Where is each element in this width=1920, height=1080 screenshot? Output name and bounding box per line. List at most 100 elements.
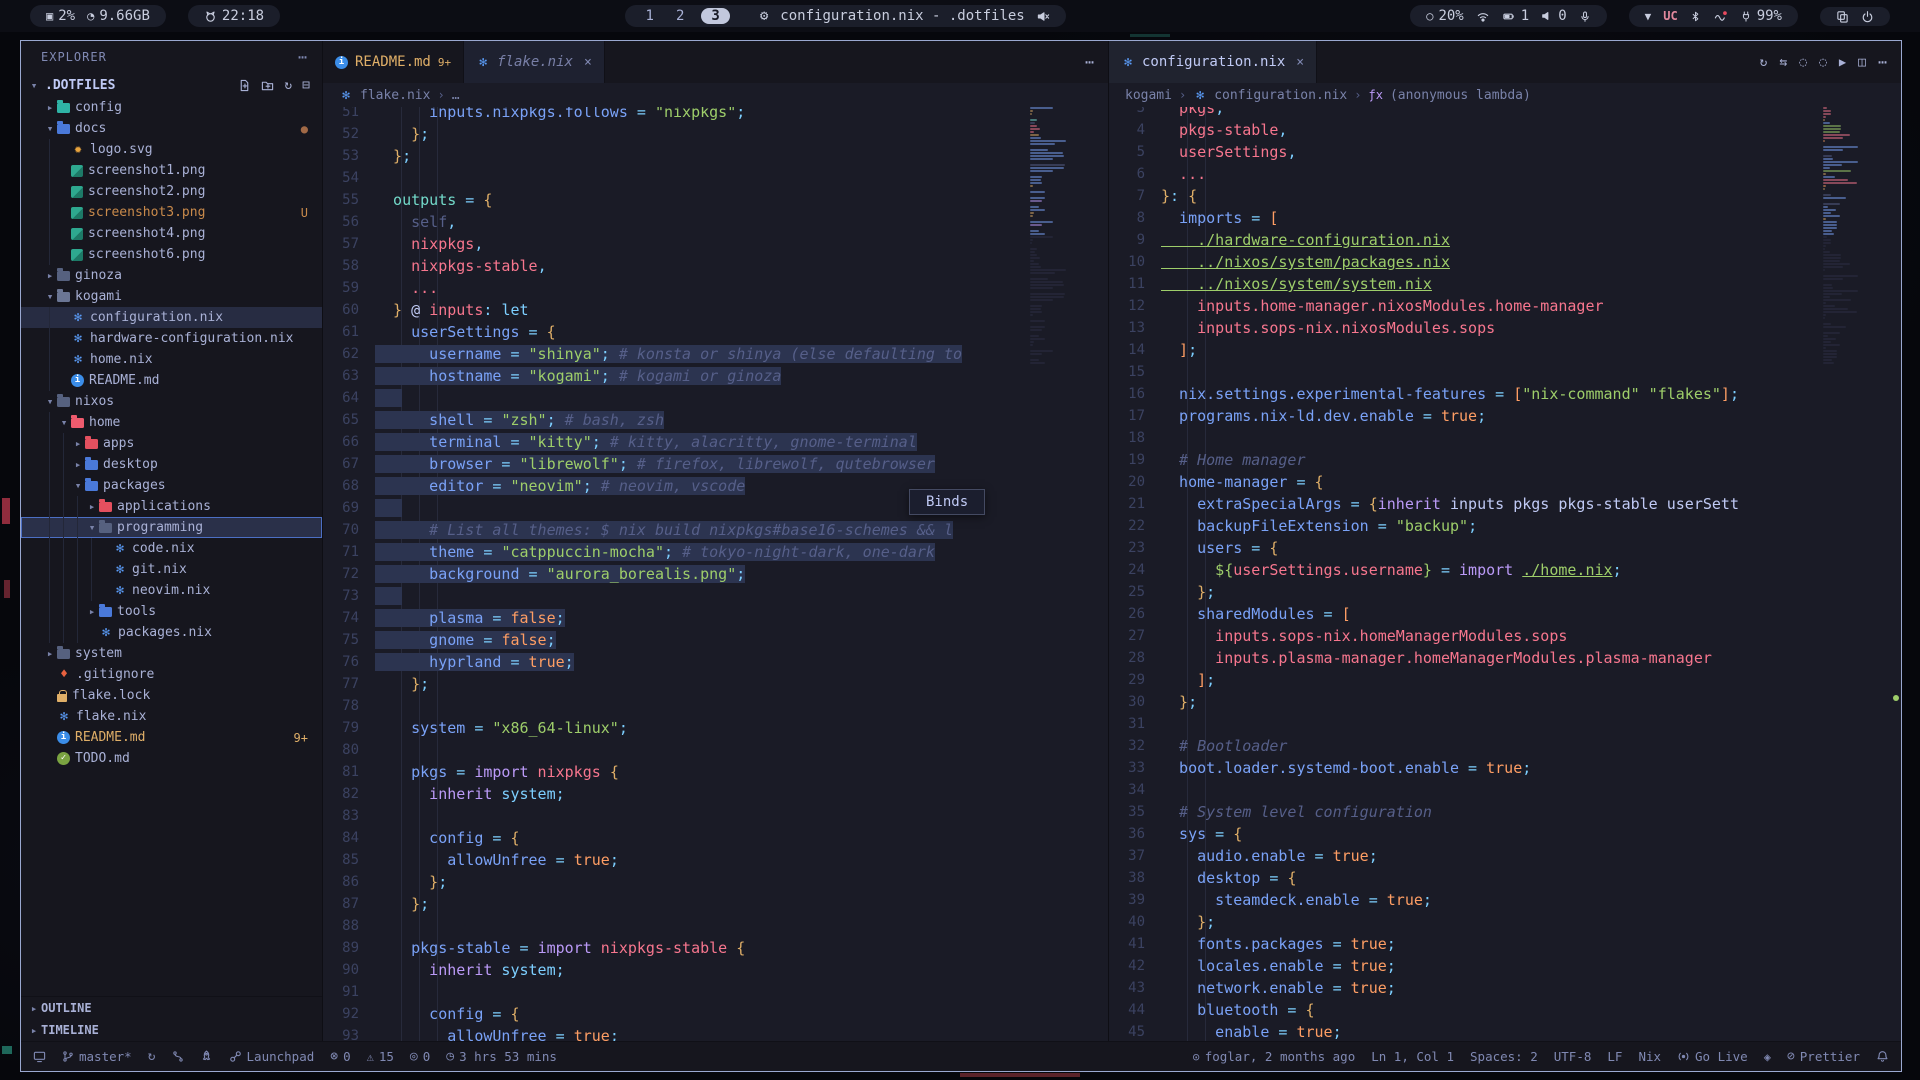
tree-folder-nixos[interactable]: ▾nixos: [21, 391, 322, 412]
breadcrumb-left[interactable]: ✻flake.nix›…: [323, 83, 1108, 107]
status-master-[interactable]: master*: [62, 1049, 132, 1064]
tree-folder-applications[interactable]: ▸applications: [21, 496, 322, 517]
more-actions-icon[interactable]: ⋯: [1085, 55, 1094, 70]
status-nix[interactable]: Nix: [1638, 1049, 1661, 1064]
tree-file-readme.md[interactable]: iREADME.md9+: [21, 727, 322, 748]
code-line-92: 92 config = {: [323, 1003, 1108, 1025]
sysbar-pill[interactable]: ○20%10: [1410, 5, 1606, 27]
tree-file-home.nix[interactable]: ✻home.nix: [21, 349, 322, 370]
ghost-circle2-icon[interactable]: ◌: [1819, 56, 1827, 69]
status-15[interactable]: ⚠15: [367, 1049, 394, 1064]
status-sync-icon[interactable]: ↻: [148, 1050, 156, 1063]
status-3-hrs-53-mins[interactable]: ◷3 hrs 53 mins: [446, 1049, 557, 1064]
tree-file-screenshot3.png[interactable]: screenshot3.pngU: [21, 202, 322, 223]
close-icon[interactable]: ×: [584, 55, 592, 70]
status-0[interactable]: ◎0: [410, 1049, 430, 1064]
status-rocket-icon[interactable]: [200, 1050, 213, 1063]
sysbar-pill[interactable]: ▼UC99%: [1629, 5, 1798, 27]
minimap[interactable]: [1823, 107, 1887, 1041]
sysbar-pill[interactable]: [1820, 7, 1890, 26]
more-actions-icon[interactable]: ⋯: [1878, 55, 1887, 70]
tree-file-configuration.nix[interactable]: ✻configuration.nix: [21, 307, 322, 328]
history-icon[interactable]: ↻: [1760, 56, 1768, 69]
status-go-live[interactable]: Go Live: [1677, 1049, 1748, 1064]
line-number: 24: [1109, 559, 1161, 581]
line-number: 67: [323, 453, 375, 475]
tree-file-logo.svg[interactable]: ✹logo.svg: [21, 139, 322, 160]
sysbar-pill[interactable]: ▣2%◔9.66GB: [30, 5, 166, 27]
refresh-icon[interactable]: ↻: [284, 79, 292, 92]
status-spaces-2[interactable]: Spaces: 2: [1470, 1049, 1538, 1064]
status-gitlens-branch-icon[interactable]: [172, 1050, 184, 1063]
tree-file-flake.lock[interactable]: flake.lock: [21, 685, 322, 706]
line-number: 61: [323, 321, 375, 343]
breadcrumb-item[interactable]: (anonymous lambda): [1390, 88, 1531, 103]
tab-flake.nix[interactable]: ✻flake.nix ×: [464, 41, 605, 83]
tree-file-screenshot1.png[interactable]: screenshot1.png: [21, 160, 322, 181]
tree-folder-desktop[interactable]: ▸desktop: [21, 454, 322, 475]
tree-folder-tools[interactable]: ▸tools: [21, 601, 322, 622]
status-lf[interactable]: LF: [1607, 1049, 1622, 1064]
new-folder-icon[interactable]: [261, 79, 274, 92]
tree-folder-config[interactable]: ▸config: [21, 97, 322, 118]
explorer-more-icon[interactable]: ⋯: [298, 48, 308, 66]
workspace-3[interactable]: 3: [701, 8, 729, 24]
workspace-2[interactable]: 2: [671, 8, 689, 24]
tree-folder-packages[interactable]: ▾packages: [21, 475, 322, 496]
tab-readme.md[interactable]: iREADME.md 9+: [323, 41, 464, 83]
tree-file-todo.md[interactable]: ✓TODO.md: [21, 748, 322, 769]
status-0[interactable]: ⊗0: [330, 1049, 350, 1064]
tree-folder-kogami[interactable]: ▾kogami: [21, 286, 322, 307]
breadcrumb-right[interactable]: kogami›✻configuration.nix›ƒx(anonymous l…: [1109, 83, 1901, 107]
tree-folder-home[interactable]: ▾home: [21, 412, 322, 433]
workspace-1[interactable]: 1: [641, 8, 659, 24]
tree-file-hardware-configuration.nix[interactable]: ✻hardware-configuration.nix: [21, 328, 322, 349]
collapse-all-icon[interactable]: ⊟: [302, 79, 310, 92]
status-prettier[interactable]: ⊘Prettier: [1787, 1049, 1860, 1064]
breadcrumb-item[interactable]: kogami: [1125, 88, 1172, 103]
code-line-51: 51 inputs.nixpkgs.follows = "nixpkgs";: [323, 107, 1108, 123]
code-editor-configuration-nix[interactable]: 3 pkgs,4 pkgs-stable,5 userSettings,6 ..…: [1109, 107, 1901, 1041]
breadcrumb-item[interactable]: …: [452, 88, 460, 103]
status-utf-8[interactable]: UTF-8: [1554, 1049, 1592, 1064]
tab-configuration.nix[interactable]: ✻configuration.nix ×: [1109, 41, 1317, 83]
tree-file-readme.md[interactable]: iREADME.md: [21, 370, 322, 391]
tree-file-packages.nix[interactable]: ✻packages.nix: [21, 622, 322, 643]
outline-section[interactable]: ▸ OUTLINE: [21, 997, 322, 1019]
tree-file-.gitignore[interactable]: ♦.gitignore: [21, 664, 322, 685]
tree-file-git.nix[interactable]: ✻git.nix: [21, 559, 322, 580]
tree-folder-system[interactable]: ▸system: [21, 643, 322, 664]
tree-file-code.nix[interactable]: ✻code.nix: [21, 538, 322, 559]
tree-folder-programming[interactable]: ▾programming: [21, 517, 322, 538]
ghost-circle-icon[interactable]: ◌: [1799, 56, 1807, 69]
timeline-section[interactable]: ▸ TIMELINE: [21, 1019, 322, 1041]
tree-file-flake.nix[interactable]: ✻flake.nix: [21, 706, 322, 727]
line-number: 36: [1109, 823, 1161, 845]
sysbar-pill[interactable]: 22:18: [188, 5, 280, 27]
tree-file-screenshot4.png[interactable]: screenshot4.png: [21, 223, 322, 244]
status-ln-1-col-1[interactable]: Ln 1, Col 1: [1371, 1049, 1454, 1064]
workspace-root-row[interactable]: ▾ .DOTFILES ↻⊟: [21, 73, 322, 97]
status-copilot-icon[interactable]: ◈: [1764, 1051, 1771, 1063]
new-file-icon[interactable]: [238, 79, 251, 92]
tree-file-neovim.nix[interactable]: ✻neovim.nix: [21, 580, 322, 601]
tree-folder-apps[interactable]: ▸apps: [21, 433, 322, 454]
breadcrumb-item[interactable]: configuration.nix: [1214, 88, 1347, 103]
status-remote-icon[interactable]: [33, 1050, 46, 1063]
run-icon[interactable]: ▶: [1839, 56, 1846, 68]
status-launchpad[interactable]: Launchpad: [229, 1049, 315, 1064]
code-line-45: 45 enable = true;: [1109, 1021, 1901, 1041]
tree-folder-docs[interactable]: ▾docs●: [21, 118, 322, 139]
split-editor-icon[interactable]: ◫: [1858, 56, 1866, 69]
breadcrumb-item[interactable]: flake.nix: [360, 88, 430, 103]
line-number: 51: [323, 107, 375, 123]
code-editor-flake-nix[interactable]: 51 inputs.nixpkgs.follows = "nixpkgs";52…: [323, 107, 1108, 1041]
tree-file-screenshot6.png[interactable]: screenshot6.png: [21, 244, 322, 265]
compare-icon[interactable]: ⇆: [1779, 56, 1787, 69]
tree-file-screenshot2.png[interactable]: screenshot2.png: [21, 181, 322, 202]
minimap[interactable]: [1030, 107, 1094, 1041]
close-icon[interactable]: ×: [1296, 55, 1304, 70]
status-foglar-2-months-ago[interactable]: ⊙foglar, 2 months ago: [1192, 1049, 1355, 1064]
status-bell-icon[interactable]: [1876, 1050, 1889, 1063]
tree-folder-ginoza[interactable]: ▸ginoza: [21, 265, 322, 286]
